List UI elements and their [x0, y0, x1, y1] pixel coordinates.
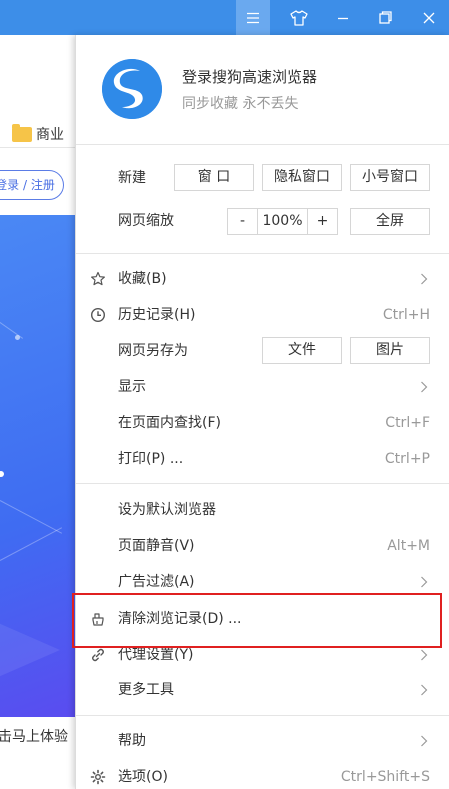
- options-label: 选项(O): [118, 769, 168, 785]
- divider: [76, 483, 449, 484]
- menu-item-display[interactable]: 显示: [76, 369, 449, 405]
- fullscreen-button[interactable]: 全屏: [350, 208, 430, 235]
- link-icon: [90, 647, 106, 663]
- skin-icon[interactable]: [282, 0, 316, 35]
- zoom-in-button[interactable]: +: [307, 208, 338, 235]
- highlight-box: [72, 593, 442, 648]
- star-icon: [90, 271, 106, 287]
- menu-item-print[interactable]: 打印(P) ... Ctrl+P: [76, 441, 449, 477]
- title-bar: [0, 0, 449, 35]
- menu-item-help[interactable]: 帮助: [76, 723, 449, 759]
- chevron-right-icon: [420, 381, 428, 393]
- favorites-label: 收藏(B): [118, 271, 167, 287]
- banner-shape: [0, 615, 60, 685]
- zoom-level: 100%: [257, 208, 308, 235]
- chevron-right-icon: [420, 273, 428, 285]
- divider: [0, 147, 75, 148]
- menu-item-favorites[interactable]: 收藏(B): [76, 261, 449, 297]
- divider: [76, 253, 449, 254]
- menu-item-mute[interactable]: 页面静音(V) Alt+M: [76, 528, 449, 564]
- login-title[interactable]: 登录搜狗高速浏览器: [182, 66, 317, 87]
- default-browser-label: 设为默认浏览器: [118, 502, 216, 518]
- clock-icon: [90, 307, 106, 323]
- account-header[interactable]: 登录搜狗高速浏览器 同步收藏 永不丢失: [76, 35, 449, 144]
- login-button[interactable]: 登录 / 注册: [0, 170, 64, 200]
- new-private-window-button[interactable]: 隐私窗口: [262, 164, 342, 191]
- print-label: 打印(P) ...: [118, 451, 184, 467]
- divider: [76, 715, 449, 716]
- banner-line: [0, 315, 24, 339]
- print-shortcut: Ctrl+P: [384, 451, 430, 467]
- mute-shortcut: Alt+M: [387, 538, 430, 554]
- find-label: 在页面内查找(F): [118, 415, 221, 431]
- bookmark-item[interactable]: 商业: [12, 123, 64, 144]
- mute-label: 页面静音(V): [118, 538, 195, 554]
- promo-banner[interactable]: [0, 215, 75, 717]
- save-as-image-button[interactable]: 图片: [350, 337, 430, 364]
- banner-caption: 击马上体验: [0, 729, 68, 745]
- minimize-icon[interactable]: [326, 0, 360, 35]
- zoom-out-button[interactable]: -: [227, 208, 258, 235]
- chevron-right-icon: [420, 684, 428, 696]
- menu-item-options[interactable]: 选项(O) Ctrl+Shift+S: [76, 759, 449, 789]
- banner-line: [0, 500, 63, 534]
- options-shortcut: Ctrl+Shift+S: [340, 769, 430, 785]
- restore-icon[interactable]: [368, 0, 402, 35]
- background-page: 商业 登录 / 注册 击马上体验: [0, 35, 75, 789]
- history-shortcut: Ctrl+H: [382, 307, 430, 323]
- new-window-button[interactable]: 窗 口: [174, 164, 254, 191]
- sogou-logo-icon: [102, 59, 162, 119]
- chevron-right-icon: [420, 735, 428, 747]
- menu-item-default-browser[interactable]: 设为默认浏览器: [76, 492, 449, 528]
- login-subtitle: 同步收藏 永不丢失: [182, 96, 299, 112]
- help-label: 帮助: [118, 733, 146, 749]
- menu-item-history[interactable]: 历史记录(H) Ctrl+H: [76, 297, 449, 333]
- bookmark-label: 商业: [36, 127, 64, 143]
- folder-icon: [12, 123, 32, 142]
- find-shortcut: Ctrl+F: [385, 415, 430, 431]
- banner-line: [0, 527, 63, 561]
- divider: [76, 144, 449, 145]
- menu-item-more-tools[interactable]: 更多工具: [76, 672, 449, 708]
- banner-dot: [0, 471, 4, 477]
- main-menu: 登录搜狗高速浏览器 同步收藏 永不丢失 新建 窗 口 隐私窗口 小号窗口 网页缩…: [75, 35, 449, 789]
- menu-icon[interactable]: [236, 0, 270, 35]
- gear-icon: [90, 769, 106, 785]
- new-small-window-button[interactable]: 小号窗口: [350, 164, 430, 191]
- history-label: 历史记录(H): [118, 307, 196, 323]
- chevron-right-icon: [420, 576, 428, 588]
- menu-item-find[interactable]: 在页面内查找(F) Ctrl+F: [76, 405, 449, 441]
- save-as-label: 网页另存为: [118, 343, 188, 359]
- save-as-file-button[interactable]: 文件: [262, 337, 342, 364]
- more-tools-label: 更多工具: [118, 682, 174, 698]
- display-label: 显示: [118, 379, 146, 395]
- new-label: 新建: [118, 170, 146, 186]
- chevron-right-icon: [420, 649, 428, 661]
- close-icon[interactable]: [412, 0, 446, 35]
- zoom-label: 网页缩放: [118, 213, 174, 229]
